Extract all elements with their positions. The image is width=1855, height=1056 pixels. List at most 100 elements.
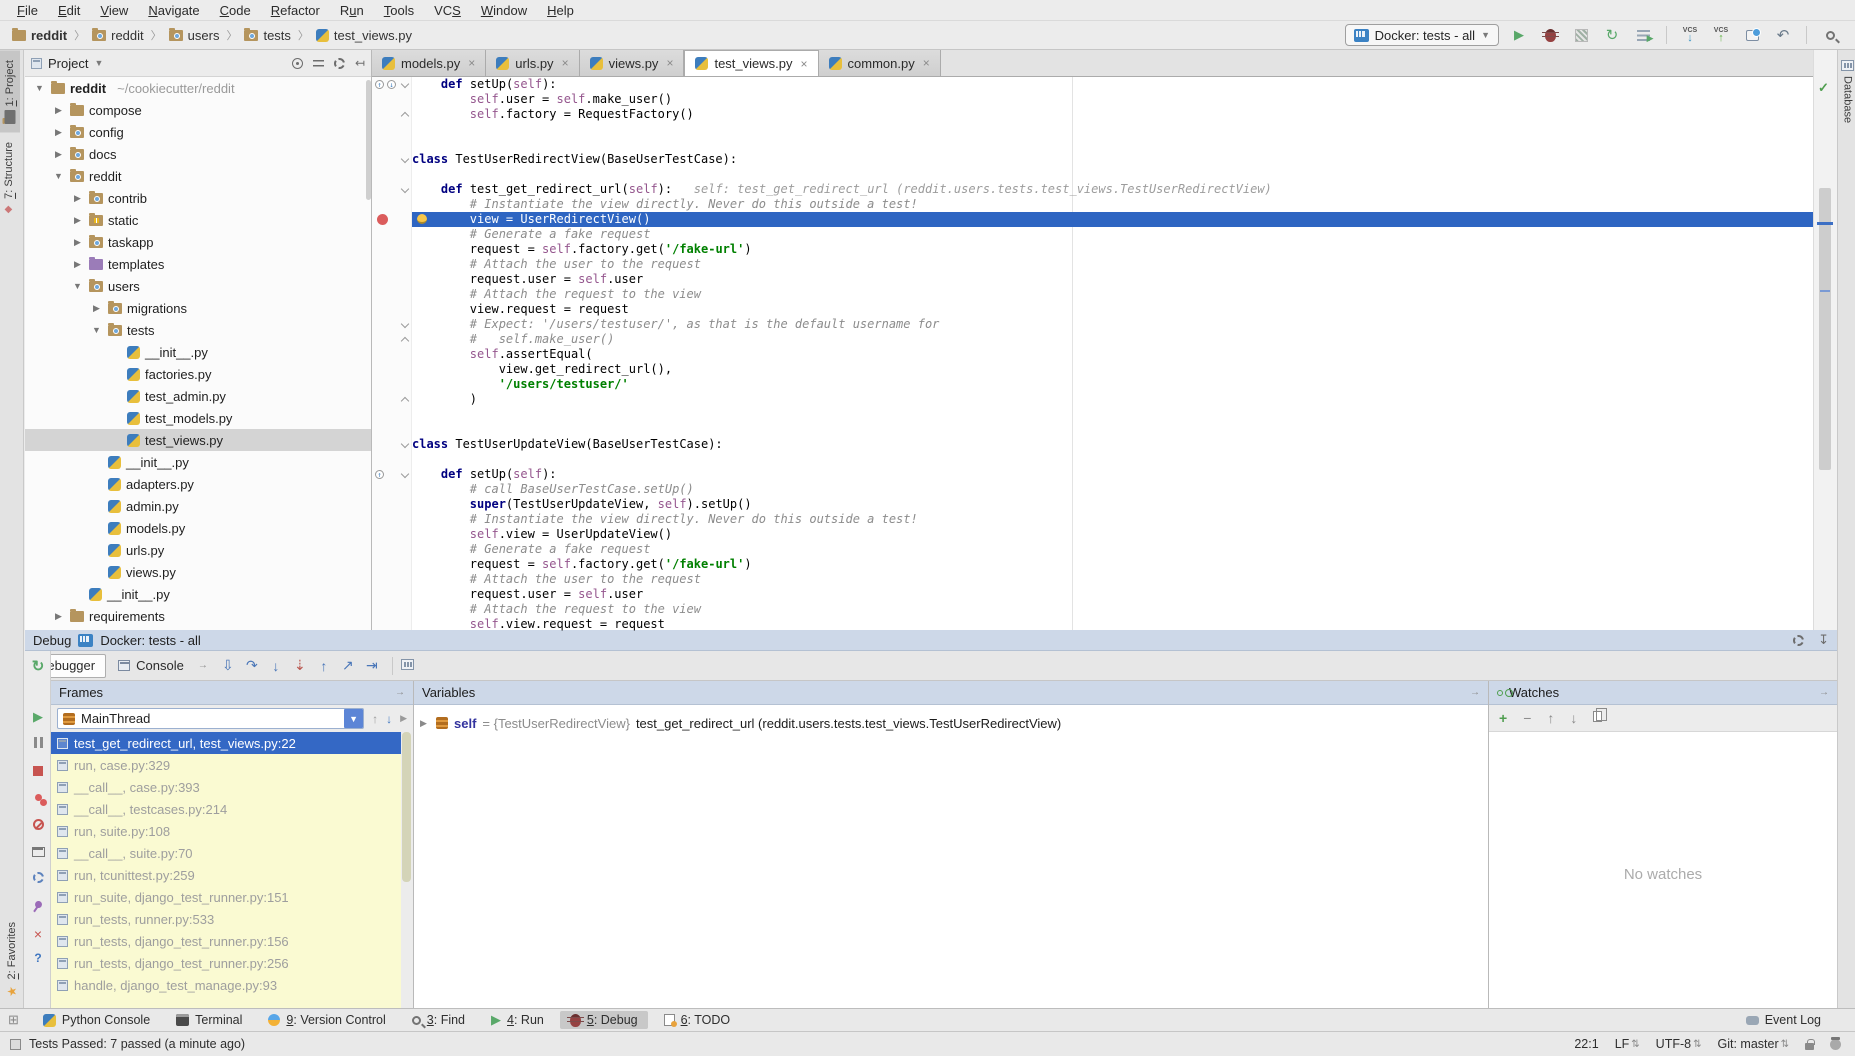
tree-item-test_views.py[interactable]: test_views.py: [25, 429, 371, 451]
tree-item-docs[interactable]: ▶docs: [25, 143, 371, 165]
breadcrumb-item[interactable]: users: [167, 26, 222, 45]
profiler-button[interactable]: [1632, 24, 1654, 46]
tree-item-contrib[interactable]: ▶contrib: [25, 187, 371, 209]
force-step-button[interactable]: ↗: [336, 657, 360, 674]
code-line[interactable]: super(TestUserUpdateView, self).setUp(): [372, 497, 1813, 512]
lock-icon[interactable]: [1805, 1043, 1814, 1050]
debug-tab-console[interactable]: Console: [108, 654, 194, 678]
float-icon[interactable]: →: [395, 687, 405, 698]
frame-row[interactable]: run_tests, django_test_runner.py:256: [51, 952, 401, 974]
code-line[interactable]: # Instantiate the view directly. Never d…: [372, 512, 1813, 527]
duplicate-watch-button[interactable]: [1593, 711, 1602, 725]
editor-gutter[interactable]: [372, 482, 412, 497]
editor-gutter[interactable]: [372, 512, 412, 527]
frame-row[interactable]: run_tests, django_test_runner.py:156: [51, 930, 401, 952]
tool-stripe-database[interactable]: Database: [1838, 50, 1855, 133]
editor-gutter[interactable]: [372, 272, 412, 287]
fold-open-icon[interactable]: [401, 80, 409, 88]
code-line[interactable]: # Generate a fake request: [372, 542, 1813, 557]
editor-gutter[interactable]: [372, 197, 412, 212]
code-line[interactable]: # Instantiate the view directly. Never d…: [372, 197, 1813, 212]
editor-gutter[interactable]: [372, 122, 412, 137]
expand-arrow-icon[interactable]: ▶: [71, 193, 84, 204]
frame-row[interactable]: test_get_redirect_url, test_views.py:22: [51, 732, 401, 754]
code-line[interactable]: self.user = self.make_user(): [372, 92, 1813, 107]
editor-gutter[interactable]: [372, 92, 412, 107]
expand-arrow-icon[interactable]: ▶: [90, 303, 103, 314]
editor-gutter[interactable]: [372, 152, 412, 167]
stop-button[interactable]: [25, 766, 51, 776]
editor-gutter[interactable]: [372, 452, 412, 467]
tree-item-admin.py[interactable]: admin.py: [25, 495, 371, 517]
menu-view[interactable]: View: [91, 2, 137, 19]
vcs-commit-button[interactable]: VCS↑: [1710, 24, 1732, 46]
editor-tab-views.py[interactable]: views.py×: [580, 50, 685, 76]
frame-row[interactable]: run_tests, runner.py:533: [51, 908, 401, 930]
editor-tab-models.py[interactable]: models.py×: [372, 50, 486, 76]
tool-window-button-find[interactable]: 3: Find: [402, 1011, 475, 1029]
evaluate-expression-button[interactable]: [401, 659, 414, 673]
code-line[interactable]: class TestUserUpdateView(BaseUserTestCas…: [372, 437, 1813, 452]
editor-gutter[interactable]: [372, 332, 412, 347]
code-line[interactable]: # Expect: '/users/testuser/', as that is…: [372, 317, 1813, 332]
debug-button[interactable]: [1539, 24, 1561, 46]
code-line[interactable]: request = self.factory.get('/fake-url'): [372, 242, 1813, 257]
fold-end-icon[interactable]: [401, 397, 409, 405]
editor-gutter[interactable]: [372, 587, 412, 602]
step-into-button[interactable]: ↓: [264, 658, 288, 674]
code-line[interactable]: # Generate a fake request: [372, 227, 1813, 242]
tool-window-button-run[interactable]: ▶4: Run: [481, 1010, 554, 1030]
tree-item-__init__.py[interactable]: __init__.py: [25, 451, 371, 473]
expand-arrow-icon[interactable]: ▶: [52, 149, 65, 160]
tool-window-button-todo[interactable]: 6: TODO: [654, 1011, 741, 1029]
debug-settings-button[interactable]: [25, 872, 51, 883]
status-message-area[interactable]: Tests Passed: 7 passed (a minute ago): [0, 1037, 245, 1051]
tree-item-__init__.py[interactable]: __init__.py: [25, 341, 371, 363]
thread-select[interactable]: MainThread ▼: [57, 708, 364, 729]
expand-icon[interactable]: ▶: [400, 713, 407, 724]
breakpoint-icon[interactable]: [377, 214, 388, 225]
menu-vcs[interactable]: VCS: [425, 2, 470, 19]
fold-open-icon[interactable]: [401, 320, 409, 328]
editor-gutter[interactable]: [372, 422, 412, 437]
rerun-button[interactable]: ↻: [25, 657, 51, 675]
editor-gutter[interactable]: [372, 557, 412, 572]
run-to-cursor-button[interactable]: ⇥: [360, 657, 384, 674]
editor-gutter[interactable]: [372, 302, 412, 317]
code-line[interactable]: # Attach the request to the view: [372, 287, 1813, 302]
code-line[interactable]: # Attach the request to the view: [372, 602, 1813, 617]
tree-item-urls.py[interactable]: urls.py: [25, 539, 371, 561]
editor-tab-test_views.py[interactable]: test_views.py×: [684, 50, 818, 76]
pause-button[interactable]: [25, 737, 51, 748]
intention-bulb-icon[interactable]: [417, 214, 427, 224]
inspector-hector-icon[interactable]: [1830, 1039, 1841, 1050]
line-separator-select[interactable]: LF⇅: [1615, 1037, 1640, 1051]
float-icon[interactable]: →: [1470, 687, 1480, 698]
code-line[interactable]: ↑ def setUp(self):: [372, 467, 1813, 482]
step-into-my-code-button[interactable]: ⇣: [288, 657, 312, 674]
tree-item-config[interactable]: ▶config: [25, 121, 371, 143]
code-line[interactable]: '/users/testuser/': [372, 377, 1813, 392]
project-view-select[interactable]: Project ▼: [31, 56, 103, 71]
menu-window[interactable]: Window: [472, 2, 536, 19]
code-line-current[interactable]: view = UserRedirectView(): [372, 212, 1813, 227]
restore-layout-button[interactable]: [25, 847, 51, 857]
float-icon[interactable]: →: [198, 660, 208, 671]
editor-gutter[interactable]: [372, 377, 412, 392]
frame-row[interactable]: handle, django_test_manage.py:93: [51, 974, 401, 996]
vcs-update-button[interactable]: VCS↓: [1679, 24, 1701, 46]
code-line[interactable]: view.get_redirect_url(),: [372, 362, 1813, 377]
remove-watch-button[interactable]: −: [1523, 710, 1531, 726]
code-line[interactable]: class TestUserRedirectView(BaseUserTestC…: [372, 152, 1813, 167]
tool-window-button-version-control[interactable]: 9: Version Control: [258, 1011, 395, 1029]
tree-item-test_models.py[interactable]: test_models.py: [25, 407, 371, 429]
code-line[interactable]: [372, 422, 1813, 437]
float-icon[interactable]: →: [1819, 687, 1829, 698]
search-everywhere-button[interactable]: [1819, 24, 1841, 46]
code-line[interactable]: [372, 452, 1813, 467]
frame-down-button[interactable]: ↓: [386, 712, 392, 726]
revert-button[interactable]: ↶: [1772, 24, 1794, 46]
tree-item-users[interactable]: ▼users: [25, 275, 371, 297]
expand-arrow-icon[interactable]: ▶: [52, 127, 65, 138]
editor-gutter[interactable]: [372, 572, 412, 587]
